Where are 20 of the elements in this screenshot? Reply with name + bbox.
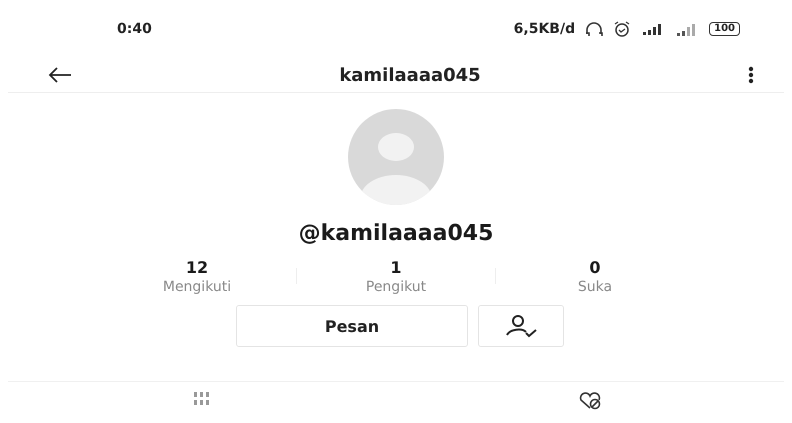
status-time: 0:40 <box>117 21 153 37</box>
battery-level: 100 <box>709 22 740 36</box>
network-speed: 6,5KB/d <box>514 21 576 37</box>
stat-label: Pengikut <box>366 279 426 295</box>
hidden-likes-icon[interactable] <box>578 392 602 410</box>
user-check-icon <box>504 314 538 338</box>
grid-icon[interactable] <box>194 392 210 406</box>
back-arrow-icon[interactable] <box>48 67 72 83</box>
friend-status-button[interactable] <box>478 305 564 347</box>
stat-value: 0 <box>589 258 601 277</box>
message-button[interactable]: Pesan <box>236 305 468 347</box>
stat-value: 12 <box>186 258 208 277</box>
headphones-icon <box>585 22 604 36</box>
stat-label: Suka <box>578 279 612 295</box>
stat-label: Mengikuti <box>162 279 232 295</box>
more-options-icon[interactable] <box>748 66 754 84</box>
stat-value: 1 <box>390 258 402 277</box>
profile-username: @kamilaaaa045 <box>298 221 494 246</box>
header-title: kamilaaaa045 <box>338 64 482 86</box>
alarm-icon <box>613 21 632 37</box>
